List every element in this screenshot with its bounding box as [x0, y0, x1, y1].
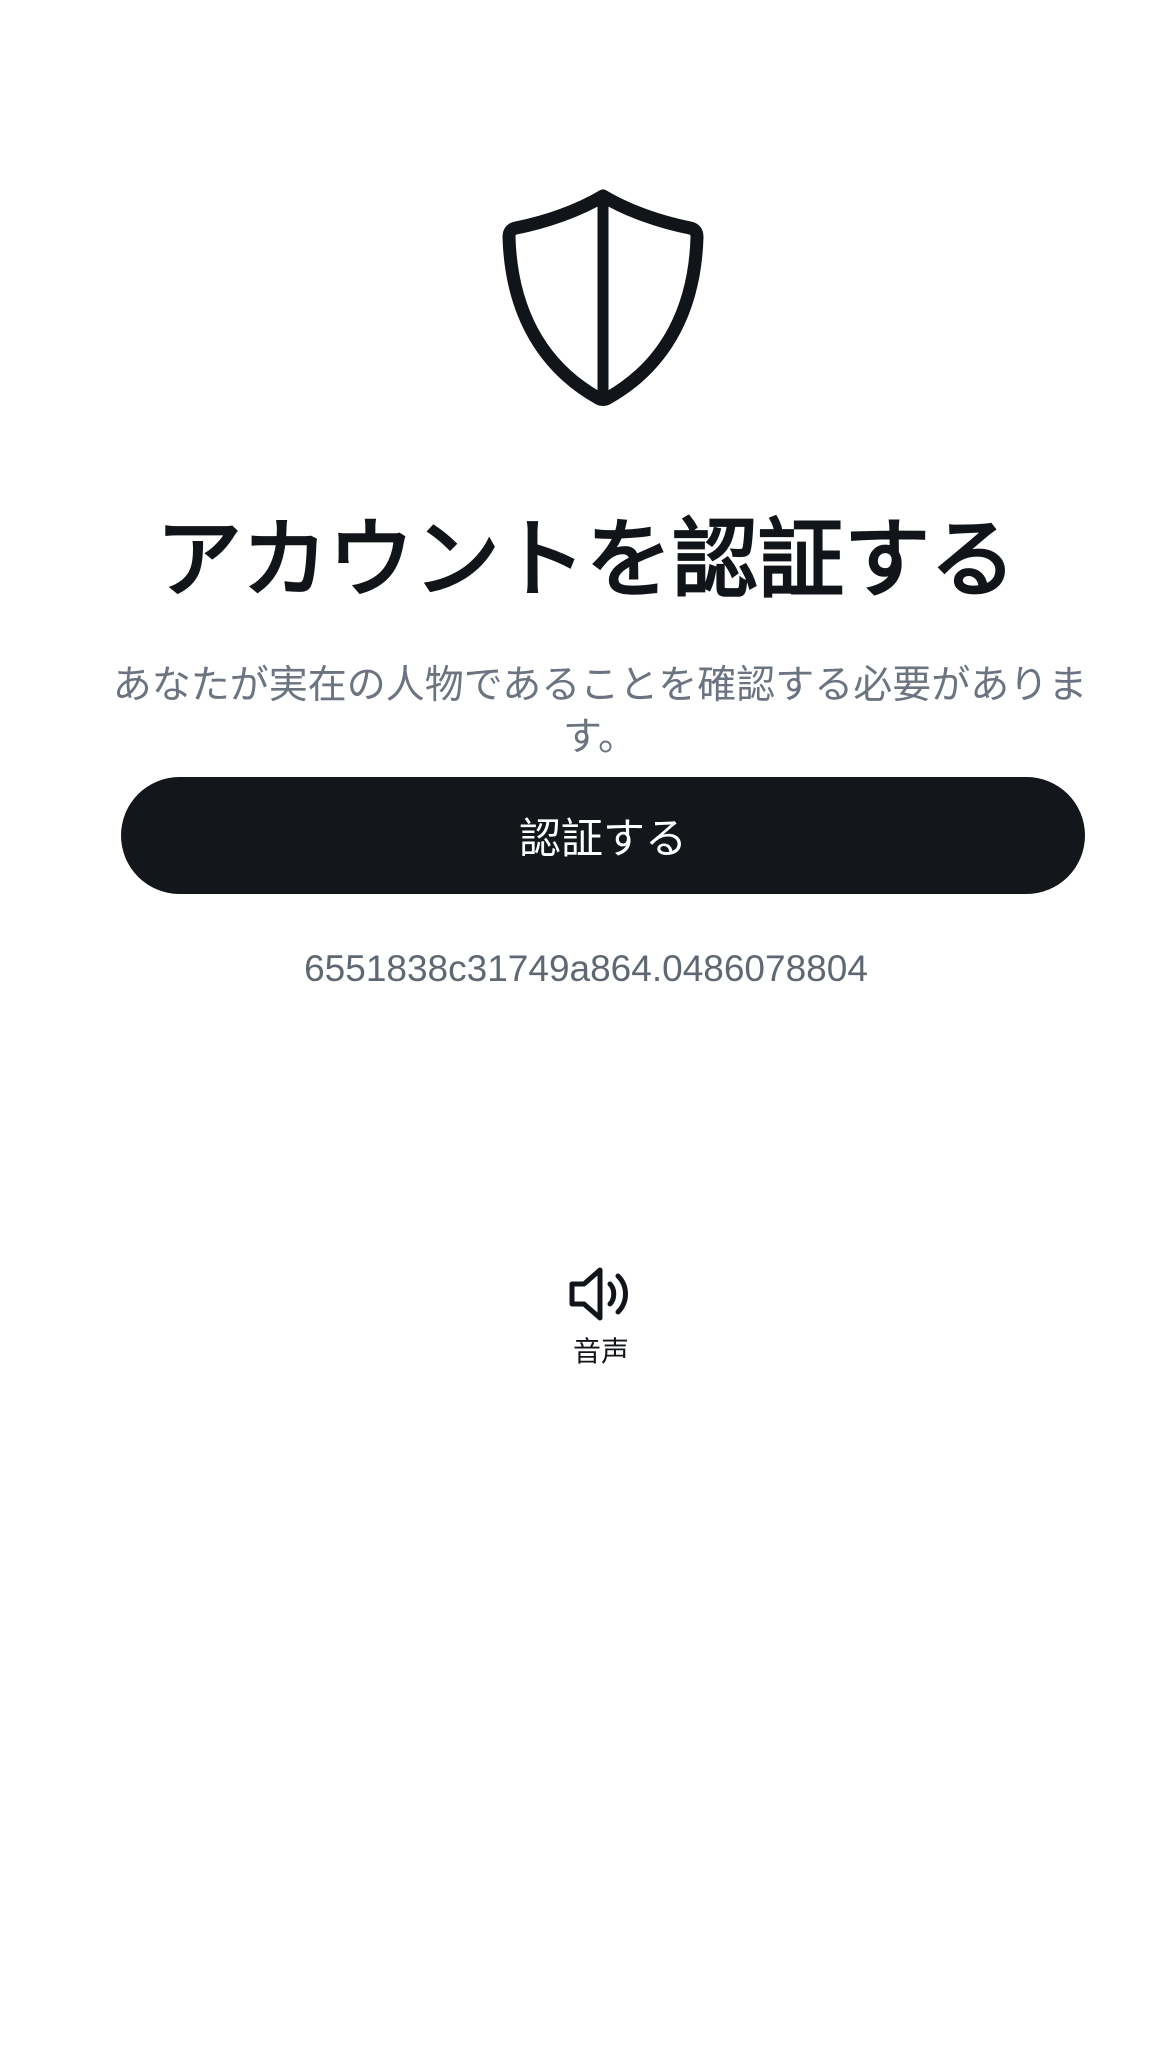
session-id-text: 6551838c31749a864.0486078804	[304, 948, 868, 989]
page-subtitle: あなたが実在の人物であることを確認する必要があります。	[112, 663, 1088, 760]
page-title: アカウントを認証する	[156, 510, 1016, 610]
shield-icon	[498, 186, 708, 408]
verification-page: アカウントを認証する あなたが実在の人物であることを確認する必要があります。 認…	[0, 0, 1172, 2048]
verify-button[interactable]: 認証する	[121, 777, 1085, 894]
audio-label: 音声	[572, 1335, 629, 1368]
speaker-icon	[566, 1262, 636, 1326]
audio-challenge-button[interactable]: 音声	[536, 1262, 666, 1382]
